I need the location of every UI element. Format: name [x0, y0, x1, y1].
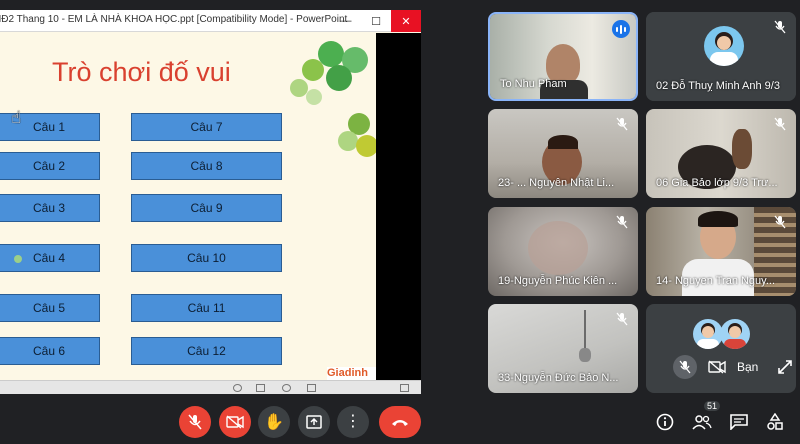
question-button-3[interactable]: Câu 3 — [0, 194, 100, 222]
slide-side-panel — [376, 33, 421, 380]
participant-hair — [548, 135, 578, 149]
participant-name: To Nhu Pham — [500, 78, 567, 90]
chat-button[interactable] — [727, 410, 751, 434]
leave-call-button[interactable] — [379, 406, 421, 438]
mic-off-icon[interactable] — [673, 355, 697, 379]
camera-off-icon — [226, 415, 244, 429]
mic-off-icon — [188, 414, 202, 430]
mouse-cursor-icon: ☝ — [11, 108, 22, 127]
microphone-toggle-button[interactable] — [179, 406, 211, 438]
question-button-12[interactable]: Câu 12 — [131, 337, 282, 365]
participant-name: 19-Nguyễn Phúc Kiên ... — [498, 275, 618, 287]
participant-name: 02 Đỗ Thuỵ Minh Anh 9/3 — [656, 80, 780, 92]
brand-logo: Giadinh — [327, 367, 376, 380]
question-button-9[interactable]: Câu 9 — [131, 194, 282, 222]
meeting-details-button[interactable] — [653, 410, 677, 434]
camera-off-icon[interactable] — [707, 357, 727, 377]
participant-hair — [698, 211, 738, 227]
window-controls: — ☐ ✕ — [331, 10, 421, 32]
participant-name: 33-Nguyễn Đức Bảo N... — [498, 372, 619, 384]
raise-hand-button[interactable]: ✋ — [258, 406, 290, 438]
participant-name: 06 Gia Bảo lớp 9/3 Trư... — [656, 177, 778, 189]
participants-button[interactable] — [690, 410, 714, 434]
more-options-button[interactable]: ⋮ — [337, 406, 369, 438]
mic-off-icon — [614, 116, 630, 132]
question-button-5[interactable]: Câu 5 — [0, 294, 100, 322]
self-tile-controls: Bạn — [673, 354, 796, 380]
participant-name: 14- Nguyen Tran Nguy... — [656, 275, 776, 287]
mic-off-icon — [614, 311, 630, 327]
powerpoint-statusbar — [0, 380, 421, 394]
hang-up-icon — [392, 420, 408, 426]
participant-tile[interactable]: To Nhu Pham — [488, 12, 638, 101]
slide-title: Trò chơi đố vui — [52, 57, 231, 87]
speaking-indicator-icon — [612, 20, 630, 38]
slideshow-icon[interactable] — [282, 384, 291, 392]
question-button-8[interactable]: Câu 8 — [131, 152, 282, 180]
people-icon — [692, 415, 712, 430]
avatar — [704, 26, 744, 66]
normal-view-icon[interactable] — [256, 384, 265, 392]
reading-view-icon[interactable] — [307, 384, 316, 392]
question-button-11[interactable]: Câu 11 — [131, 294, 282, 322]
participant-name: 23- ... Nguyên Nhật Li... — [498, 177, 615, 189]
participant-tile[interactable]: 33-Nguyễn Đức Bảo N... — [488, 304, 638, 393]
clover-decoration-lower — [338, 113, 376, 173]
pointer-dot — [14, 255, 22, 263]
participant-tile[interactable]: 23- ... Nguyên Nhật Li... — [488, 109, 638, 198]
avatar — [720, 319, 750, 349]
window-titlebar: HĐ2 Thang 10 - EM LÀ NHÀ KHOA HỌC.ppt [C… — [0, 10, 421, 32]
close-icon[interactable]: ✕ — [391, 10, 421, 32]
self-label: Bạn — [737, 360, 759, 374]
hand-icon: ✋ — [264, 414, 284, 431]
window-title: HĐ2 Thang 10 - EM LÀ NHÀ KHOA HỌC.ppt [C… — [0, 14, 348, 25]
present-icon — [306, 415, 322, 429]
shared-presentation-window: HĐ2 Thang 10 - EM LÀ NHÀ KHOA HỌC.ppt [C… — [0, 10, 421, 394]
minimize-icon[interactable]: — — [331, 10, 361, 32]
mic-off-icon — [614, 214, 630, 230]
camera-toggle-button[interactable] — [219, 406, 251, 438]
activities-icon — [767, 413, 783, 430]
blurry-hand — [528, 221, 588, 275]
notes-icon[interactable] — [233, 384, 242, 392]
mic-off-icon — [772, 214, 788, 230]
info-icon — [656, 413, 674, 431]
fit-slide-icon[interactable] — [400, 384, 409, 392]
guitar — [732, 129, 752, 169]
more-vert-icon: ⋮ — [345, 413, 361, 430]
question-button-7[interactable]: Câu 7 — [131, 113, 282, 141]
maximize-icon[interactable]: ☐ — [361, 10, 391, 32]
activities-button[interactable] — [763, 410, 787, 434]
expand-icon[interactable] — [774, 356, 796, 378]
present-screen-button[interactable] — [298, 406, 330, 438]
mic-off-icon — [772, 116, 788, 132]
question-button-2[interactable]: Câu 2 — [0, 152, 100, 180]
mic-off-icon — [772, 19, 788, 35]
avatar — [693, 319, 723, 349]
hanging-wire — [584, 310, 586, 350]
participant-tile[interactable]: 19-Nguyễn Phúc Kiên ... — [488, 207, 638, 296]
question-button-10[interactable]: Câu 10 — [131, 244, 282, 272]
participant-tile[interactable]: 06 Gia Bảo lớp 9/3 Trư... — [646, 109, 796, 198]
question-button-6[interactable]: Câu 6 — [0, 337, 100, 365]
slide: Trò chơi đố vui Câu 1 Câu 2 Câu 3 Câu 4 … — [0, 33, 376, 380]
participant-tile[interactable]: 02 Đỗ Thuỵ Minh Anh 9/3 — [646, 12, 796, 101]
participant-tile[interactable]: 14- Nguyen Tran Nguy... — [646, 207, 796, 296]
light-bulb — [579, 348, 591, 362]
chat-icon — [730, 414, 748, 430]
clover-decoration — [290, 39, 376, 109]
